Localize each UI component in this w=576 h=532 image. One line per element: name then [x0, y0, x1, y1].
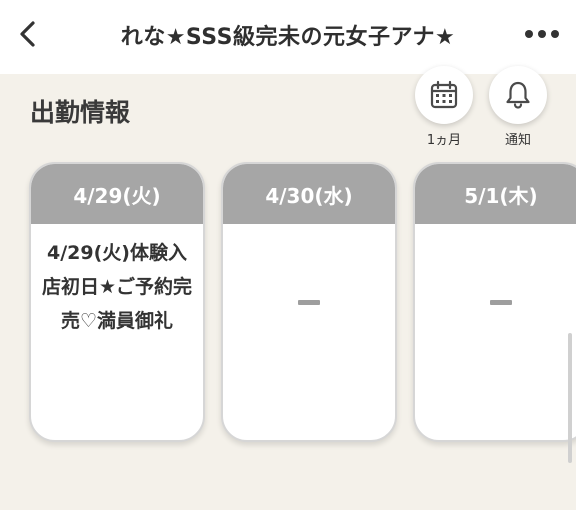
scrollbar[interactable] [568, 333, 572, 463]
schedule-card[interactable]: 4/30(水) [221, 162, 397, 442]
schedule-card-note: 4/29(火)体験入店初日★ご予約完売♡満員御礼 [41, 242, 193, 332]
section-title: 出勤情報 [30, 98, 131, 127]
no-schedule-dash [490, 300, 512, 305]
schedule-card[interactable]: 4/29(火) 4/29(火)体験入店初日★ご予約完売♡満員御礼 [29, 162, 205, 442]
app-header: れな★SSS級完未の元女子アナ★ [0, 0, 576, 74]
back-button[interactable] [12, 18, 44, 50]
bell-icon [506, 81, 530, 109]
schedule-card-body [223, 224, 395, 440]
calendar-button-circle[interactable] [415, 66, 473, 124]
schedule-card-date: 5/1(木) [415, 164, 576, 224]
monthly-calendar-button[interactable]: 1ヵ月 [415, 66, 473, 148]
notification-button[interactable]: 通知 [489, 66, 547, 148]
calendar-button-label: 1ヵ月 [426, 133, 462, 148]
more-horizontal-icon [525, 30, 559, 38]
page-title: れな★SSS級完未の元女子アナ★ [120, 25, 456, 50]
schedule-card-date: 4/30(水) [223, 164, 395, 224]
calendar-icon [430, 80, 458, 109]
chevron-left-icon [20, 21, 35, 47]
notification-button-label: 通知 [504, 133, 531, 148]
bell-button-circle[interactable] [489, 66, 547, 124]
bottom-panel [0, 510, 576, 532]
schedule-card[interactable]: 5/1(木) [413, 162, 576, 442]
more-button[interactable] [522, 20, 562, 48]
schedule-card-body [415, 224, 576, 440]
schedule-card-body: 4/29(火)体験入店初日★ご予約完売♡満員御礼 [31, 224, 203, 440]
schedule-card-date: 4/29(火) [31, 164, 203, 224]
no-schedule-dash [298, 300, 320, 305]
